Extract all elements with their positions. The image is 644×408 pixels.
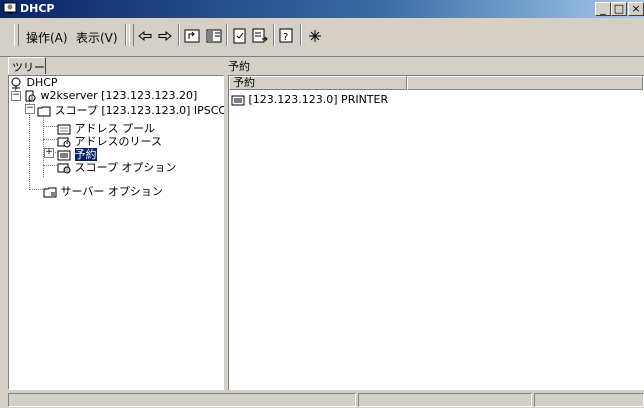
tree-node-server[interactable]: w2kserver [123.123.123.20] <box>23 89 197 102</box>
folder-icon <box>37 105 51 117</box>
show-hide-tree-icon[interactable] <box>205 27 223 45</box>
reservation-item-icon <box>231 94 245 106</box>
tree-label-scope-options: スコープ オプション <box>74 161 177 174</box>
forward-arrow-icon[interactable] <box>156 27 174 45</box>
status-panel-main <box>8 393 356 407</box>
column-header-empty[interactable] <box>407 76 643 90</box>
close-button[interactable]: × <box>628 2 644 16</box>
tree-node-scope-options[interactable]: スコープ オプション <box>57 159 176 175</box>
detail-pane-title: 予約 <box>228 60 250 73</box>
toolbar-separator <box>273 24 275 46</box>
tab-tree[interactable]: ツリー <box>8 57 46 74</box>
title-bar[interactable]: DHCP _ □ × <box>0 0 644 18</box>
tree-label-dhcp: DHCP <box>26 76 58 89</box>
export-list-icon[interactable] <box>251 27 269 45</box>
back-arrow-icon[interactable] <box>136 27 154 45</box>
expander-reservations[interactable]: + <box>44 148 54 158</box>
window-title: DHCP <box>20 2 55 15</box>
toolbar-separator <box>300 24 302 46</box>
expander-scope[interactable]: − <box>25 104 35 114</box>
toolbar-grip[interactable] <box>129 24 134 46</box>
up-folder-icon[interactable] <box>183 27 201 45</box>
tree-view[interactable]: DHCP − w2kserver [123.123.123.20] − スコープ… <box>8 75 241 390</box>
tree-node-dhcp[interactable]: DHCP <box>9 76 58 89</box>
server-options-icon <box>43 186 57 198</box>
maximize-button[interactable]: □ <box>611 2 627 16</box>
tree-node-server-options[interactable]: サーバー オプション <box>43 183 163 199</box>
menu-view[interactable]: 表示(V) <box>76 29 118 46</box>
list-item[interactable]: [123.123.123.0] PRINTER <box>231 93 388 106</box>
tree-label-scope: スコープ [123.123.123.0] IPSCOPE <box>54 104 241 117</box>
svg-text:?: ? <box>283 32 288 43</box>
dhcp-root-icon <box>9 77 23 89</box>
tree-label-server-options: サーバー オプション <box>60 185 163 198</box>
status-panel-2 <box>358 393 532 407</box>
properties-icon[interactable] <box>231 27 249 45</box>
list-item-label: [123.123.123.0] PRINTER <box>248 93 389 106</box>
detail-list-view[interactable]: 予約 [123.123.123.0] PRINTER <box>228 75 644 390</box>
server-icon <box>23 90 37 102</box>
help-icon[interactable]: ? <box>278 27 296 45</box>
scope-options-icon <box>57 162 71 174</box>
toolbar-separator <box>226 24 228 46</box>
column-header-reservations[interactable]: 予約 <box>229 76 407 90</box>
expander-server[interactable]: − <box>11 91 21 101</box>
dhcp-app-icon <box>3 2 17 15</box>
add-icon[interactable] <box>306 27 324 45</box>
status-panel-3 <box>534 393 644 407</box>
toolbar-separator <box>178 24 180 46</box>
minimize-button[interactable]: _ <box>595 2 611 16</box>
menu-action[interactable]: 操作(A) <box>26 29 68 46</box>
tree-node-scope[interactable]: スコープ [123.123.123.0] IPSCOPE <box>37 102 241 118</box>
tree-label-server: w2kserver [123.123.123.20] <box>40 89 198 102</box>
menu-grip[interactable] <box>14 24 19 46</box>
toolbar-separator <box>125 24 127 46</box>
